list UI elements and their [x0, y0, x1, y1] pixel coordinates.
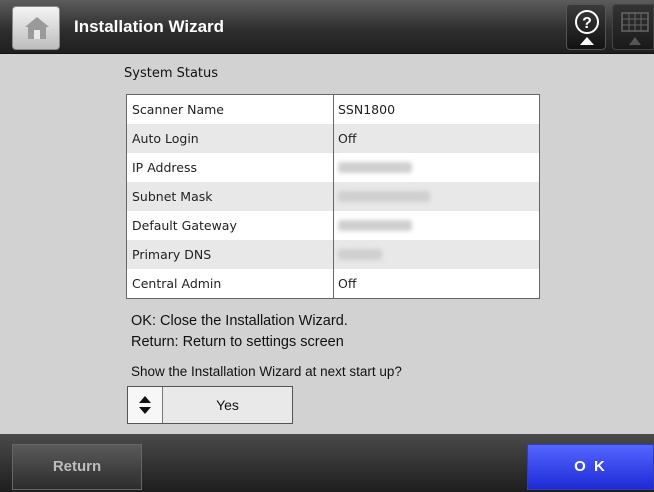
row-label: Primary DNS	[127, 240, 334, 269]
startup-question: Show the Installation Wizard at next sta…	[131, 364, 402, 379]
row-label: Default Gateway	[127, 211, 334, 240]
startup-select-value[interactable]: Yes	[163, 387, 292, 423]
row-value-obscured	[334, 182, 539, 211]
table-row: Default Gateway	[127, 211, 539, 240]
row-label: Auto Login	[127, 124, 334, 153]
keyboard-icon	[621, 12, 649, 45]
return-button[interactable]: Return	[12, 444, 142, 490]
svg-text:?: ?	[582, 15, 592, 32]
footer-bar: Return O K	[0, 434, 654, 492]
table-row: Primary DNS	[127, 240, 539, 269]
startup-select[interactable]: Yes	[127, 386, 293, 424]
help-button[interactable]: ?	[566, 4, 606, 50]
keyboard-button[interactable]	[612, 4, 654, 50]
page-title: Installation Wizard	[74, 17, 225, 36]
info-return-text: Return: Return to settings screen	[131, 334, 344, 350]
row-value: SSN1800	[338, 102, 396, 117]
ok-button[interactable]: O K	[527, 444, 654, 490]
title-bar: Installation Wizard ?	[0, 0, 654, 54]
system-status-table: Scanner Name SSN1800 Auto Login Off IP A…	[126, 94, 540, 299]
row-label: Subnet Mask	[127, 182, 334, 211]
row-value: Off	[338, 131, 357, 146]
home-icon	[25, 17, 49, 39]
help-icon: ?	[575, 10, 599, 45]
row-value: Off	[338, 276, 357, 291]
row-value-obscured	[334, 153, 539, 182]
row-value-obscured	[334, 240, 539, 269]
row-label: Central Admin	[127, 269, 334, 298]
row-label: Scanner Name	[127, 95, 334, 124]
row-value-obscured	[334, 211, 539, 240]
table-row: Auto Login Off	[127, 124, 539, 153]
updown-arrow-icon[interactable]	[128, 387, 163, 423]
table-row: Subnet Mask	[127, 182, 539, 211]
info-ok-text: OK: Close the Installation Wizard.	[131, 313, 348, 329]
table-row: Scanner Name SSN1800	[127, 95, 539, 124]
home-button[interactable]	[12, 6, 60, 50]
table-row: Central Admin Off	[127, 269, 539, 298]
section-title: System Status	[124, 66, 219, 81]
table-row: IP Address	[127, 153, 539, 182]
row-label: IP Address	[127, 153, 334, 182]
